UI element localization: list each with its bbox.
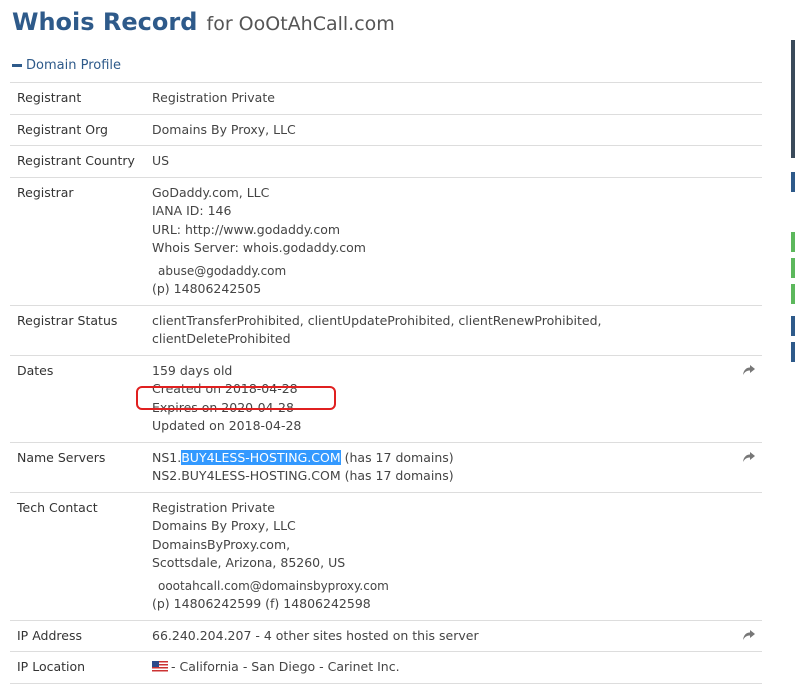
value-tech-contact: Registration Private Domains By Proxy, L… <box>145 491 762 620</box>
label-tech-contact: Tech Contact <box>10 491 145 620</box>
row-registrar-status: Registrar Status clientTransferProhibite… <box>10 304 762 355</box>
title-domain: for OoOtAhCall.com <box>206 13 395 35</box>
share-icon[interactable] <box>742 629 756 641</box>
share-icon[interactable] <box>742 364 756 376</box>
ns1-prefix: NS1. <box>152 449 182 465</box>
label-registrar: Registrar <box>10 176 145 305</box>
share-icon[interactable] <box>742 451 756 463</box>
label-registrant: Registrant <box>10 82 145 114</box>
sidebar-edge-blue <box>791 342 795 362</box>
value-registrar: GoDaddy.com, LLC IANA ID: 146 URL: http:… <box>145 176 762 305</box>
row-dates: Dates 159 days old Created on 2018-04-28… <box>10 354 762 442</box>
label-dates: Dates <box>10 354 145 442</box>
section-label: Domain Profile <box>26 58 121 73</box>
row-ip-address: IP Address 66.240.204.207 - 4 other site… <box>10 619 762 652</box>
row-name-servers: Name Servers NS1.BUY4LESS-HOSTING.COM (h… <box>10 441 762 492</box>
label-registrar-status: Registrar Status <box>10 304 145 355</box>
collapse-icon <box>12 64 22 67</box>
us-flag-icon <box>152 661 168 672</box>
value-registrant-org: Domains By Proxy, LLC <box>145 113 762 146</box>
tech-email: oootahcall.com@domainsbyproxy.com <box>158 578 389 593</box>
tech-name: Registration Private <box>152 499 275 515</box>
sidebar-edge-green <box>791 284 795 304</box>
dates-expires: Expires on 2020-04-28 <box>152 399 294 415</box>
ip-address-text: 66.240.204.207 - 4 other sites hosted on… <box>152 627 479 643</box>
tech-company: DomainsByProxy.com, <box>152 536 291 552</box>
registrar-iana: IANA ID: 146 <box>152 203 232 218</box>
value-ip-location: - California - San Diego - Carinet Inc. <box>145 651 762 684</box>
value-registrant: Registration Private <box>145 82 762 114</box>
row-registrant: Registrant Registration Private <box>10 82 762 114</box>
whois-table: Registrant Registration Private Registra… <box>10 82 762 684</box>
domain-profile-toggle[interactable]: Domain Profile <box>12 58 121 73</box>
row-ip-location: IP Location - California - San Diego - C… <box>10 651 762 684</box>
sidebar-edge-green <box>791 258 795 278</box>
value-ip-address: 66.240.204.207 - 4 other sites hosted on… <box>145 619 762 652</box>
label-registrant-org: Registrant Org <box>10 113 145 146</box>
dates-age: 159 days old <box>152 362 233 378</box>
value-dates: 159 days old Created on 2018-04-28 Expir… <box>145 354 762 442</box>
row-registrant-country: Registrant Country US <box>10 145 762 177</box>
registrar-url[interactable]: URL: http://www.godaddy.com <box>152 221 756 240</box>
tech-location: Scottsdale, Arizona, 85260, US <box>152 555 346 570</box>
tech-phone: (p) 14806242599 (f) 14806242598 <box>152 596 371 611</box>
label-registrant-country: Registrant Country <box>10 145 145 177</box>
label-name-servers: Name Servers <box>10 441 145 492</box>
value-registrant-country: US <box>145 145 762 177</box>
title-main: Whois Record <box>12 8 198 36</box>
page-title: Whois Record for OoOtAhCall.com <box>12 8 395 36</box>
label-ip-address: IP Address <box>10 619 145 652</box>
ip-location-text: - California - San Diego - Carinet Inc. <box>171 659 400 674</box>
registrar-phone: (p) 14806242505 <box>152 281 262 296</box>
sidebar-edge-dark <box>791 40 795 158</box>
value-registrar-status: clientTransferProhibited, clientUpdatePr… <box>145 304 762 355</box>
registrar-whois-server: Whois Server: whois.godaddy.com <box>152 240 366 255</box>
sidebar-edge-blue <box>791 316 795 336</box>
status-line-2: clientDeleteProhibited <box>152 331 291 346</box>
registrar-name: GoDaddy.com, LLC <box>152 184 270 200</box>
ns1: NS1.BUY4LESS-HOSTING.COM (has 17 domains… <box>152 449 756 468</box>
value-name-servers: NS1.BUY4LESS-HOSTING.COM (has 17 domains… <box>145 441 762 492</box>
row-registrant-org: Registrant Org Domains By Proxy, LLC <box>10 113 762 146</box>
row-tech-contact: Tech Contact Registration Private Domain… <box>10 491 762 620</box>
registrar-email: abuse@godaddy.com <box>158 263 287 278</box>
dates-updated: Updated on 2018-04-28 <box>152 418 302 433</box>
ns1-host-selected[interactable]: BUY4LESS-HOSTING.COM <box>181 449 341 465</box>
label-ip-location: IP Location <box>10 651 145 684</box>
status-line-1: clientTransferProhibited, clientUpdatePr… <box>152 312 602 328</box>
sidebar-edge-blue <box>791 172 795 192</box>
ns1-suffix: (has 17 domains) <box>340 449 454 465</box>
sidebar-edge-green <box>791 232 795 252</box>
row-registrar: Registrar GoDaddy.com, LLC IANA ID: 146 … <box>10 176 762 305</box>
ns2[interactable]: NS2.BUY4LESS-HOSTING.COM (has 17 domains… <box>152 467 756 486</box>
dates-created: Created on 2018-04-28 <box>152 381 298 396</box>
tech-org: Domains By Proxy, LLC <box>152 518 296 533</box>
